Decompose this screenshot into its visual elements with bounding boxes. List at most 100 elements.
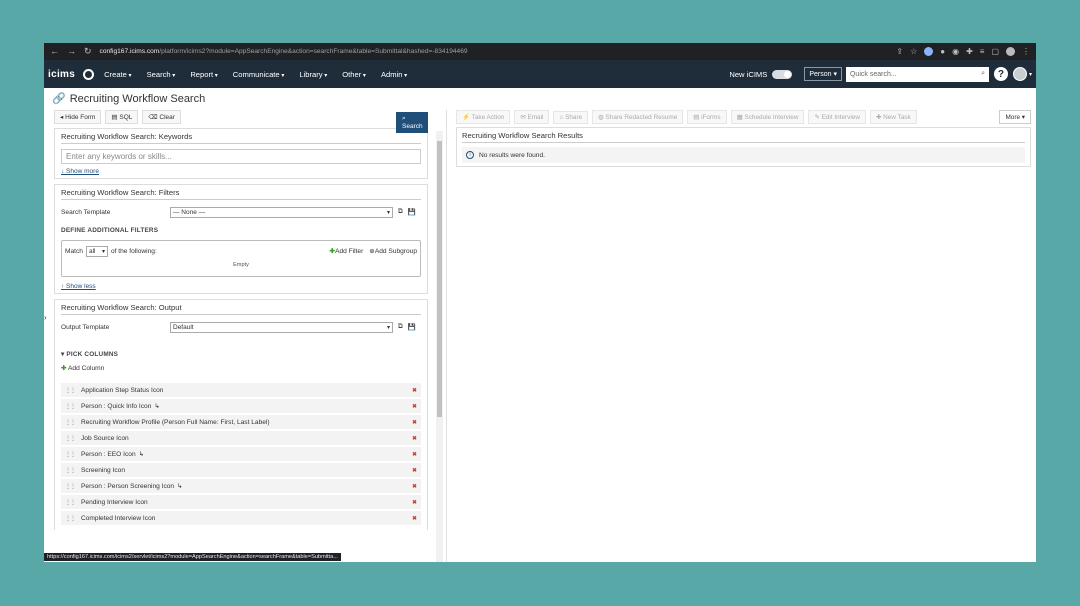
remove-icon[interactable]: ✖: [412, 499, 417, 506]
share-icon[interactable]: ⇪: [896, 47, 903, 56]
output-template-select[interactable]: Default: [170, 321, 393, 333]
new-task-button[interactable]: ✚ New Task: [869, 110, 917, 124]
menu-other[interactable]: Other: [342, 70, 366, 79]
pane-divider[interactable]: [446, 110, 447, 562]
hide-form-button[interactable]: ◂ Hide Form: [54, 110, 102, 124]
copy-icon[interactable]: ⧉: [398, 208, 403, 216]
sub-arrow-icon: ↳: [138, 451, 145, 458]
column-item[interactable]: ⋮⋮ Job Source Icon ✖: [61, 431, 421, 445]
add-column-button[interactable]: ✚ Add Column: [61, 364, 421, 372]
take-action-button[interactable]: ⚡ Take Action: [456, 110, 511, 124]
drag-handle-icon[interactable]: ⋮⋮: [65, 499, 76, 506]
sidepanel-icon[interactable]: ▢: [991, 47, 999, 56]
column-item[interactable]: ⋮⋮ Pending Interview Icon ✖: [61, 495, 421, 509]
iforms-button[interactable]: ▤ iForms: [687, 110, 727, 124]
remove-icon[interactable]: ✖: [412, 483, 417, 490]
star-icon[interactable]: ☆: [910, 47, 917, 56]
column-item[interactable]: ⋮⋮ Person : Quick Info Icon ↳ ✖: [61, 399, 421, 413]
share-button[interactable]: ⌂ Share: [553, 110, 589, 124]
scrollbar-thumb[interactable]: [437, 141, 442, 417]
column-item[interactable]: ⋮⋮ Person : Person Screening Icon ↳ ✖: [61, 479, 421, 493]
sql-button[interactable]: ▤ SQL: [105, 110, 139, 124]
reading-list-icon[interactable]: ≡: [980, 47, 985, 56]
output-section: Recruiting Workflow Search: Output Outpu…: [54, 299, 428, 530]
drag-handle-icon[interactable]: ⋮⋮: [65, 387, 76, 394]
remove-icon[interactable]: ✖: [412, 419, 417, 426]
add-filter-button[interactable]: ✚Add Filter: [330, 247, 364, 255]
remove-icon[interactable]: ✖: [412, 387, 417, 394]
more-button[interactable]: More ▾: [999, 110, 1031, 124]
help-icon[interactable]: ?: [993, 67, 1008, 81]
search-template-select[interactable]: — None —: [170, 206, 393, 218]
address-bar[interactable]: config167.icims.com/platform/icims2?modu…: [100, 48, 468, 55]
filters-header: Recruiting Workflow Search: Filters: [61, 188, 421, 200]
back-icon[interactable]: ←: [50, 46, 59, 57]
column-label: Pending Interview Icon: [81, 498, 148, 506]
new-icims-toggle[interactable]: [772, 69, 793, 79]
save-icon[interactable]: 💾: [408, 323, 416, 331]
search-template-row: Search Template — None — ⧉ 💾: [61, 205, 421, 219]
show-more-link[interactable]: ↓ Show more: [61, 168, 99, 175]
remove-icon[interactable]: ✖: [412, 467, 417, 474]
column-item[interactable]: ⋮⋮ Completed Interview Icon ✖: [61, 511, 421, 525]
remove-icon[interactable]: ✖: [412, 515, 417, 522]
output-template-value: Default: [173, 323, 194, 331]
show-less-link[interactable]: ↑ Show less: [61, 283, 96, 290]
remove-icon[interactable]: ✖: [412, 403, 417, 410]
clear-button[interactable]: ⌫ Clear: [142, 110, 181, 124]
quick-search-input[interactable]: Quick search... ⌕: [845, 66, 989, 82]
menu-admin[interactable]: Admin: [381, 70, 407, 79]
drag-handle-icon[interactable]: ⋮⋮: [65, 403, 76, 410]
search-icon[interactable]: ⌕: [981, 70, 985, 78]
expand-panel-icon[interactable]: ›: [44, 313, 47, 322]
menu-report[interactable]: Report: [190, 70, 217, 79]
puzzle-icon[interactable]: ✚: [966, 47, 973, 56]
no-results-text: No results were found.: [479, 151, 545, 159]
column-label: Person : Person Screening Icon: [81, 482, 175, 490]
save-icon[interactable]: 💾: [408, 208, 416, 216]
extension-icon[interactable]: [924, 47, 934, 56]
column-item[interactable]: ⋮⋮ Person : EEO Icon ↳ ✖: [61, 447, 421, 461]
column-item[interactable]: ⋮⋮ Screening Icon ✖: [61, 463, 421, 477]
drag-handle-icon[interactable]: ⋮⋮: [65, 419, 76, 426]
search-type-select[interactable]: Person ▾: [804, 67, 842, 81]
remove-icon[interactable]: ✖: [412, 451, 417, 458]
reload-icon[interactable]: ↻: [84, 46, 92, 57]
pick-columns-toggle[interactable]: ▾ PICK COLUMNS: [61, 350, 421, 358]
info-extension-icon[interactable]: ●: [940, 47, 945, 56]
menu-create[interactable]: Create: [104, 70, 131, 79]
share-redacted-button[interactable]: ◍ Share Redacted Resume: [592, 110, 684, 124]
keywords-input[interactable]: Enter any keywords or skills...: [61, 149, 421, 164]
icims-logo[interactable]: icims: [48, 69, 75, 80]
keywords-section: Recruiting Workflow Search: Keywords Ent…: [54, 128, 428, 179]
schedule-interview-button[interactable]: ▦ Schedule Interview: [730, 110, 805, 124]
forward-icon[interactable]: →: [67, 46, 76, 57]
global-icon[interactable]: [83, 68, 95, 80]
remove-icon[interactable]: ✖: [412, 435, 417, 442]
profile-icon[interactable]: [1006, 47, 1015, 56]
menu-communicate[interactable]: Communicate: [233, 70, 285, 79]
match-select[interactable]: all: [85, 245, 108, 257]
user-avatar[interactable]: [1012, 67, 1027, 81]
column-item[interactable]: ⋮⋮ Recruiting Workflow Profile (Person Fu…: [61, 415, 421, 429]
edit-interview-button[interactable]: ✎ Edit Interview: [808, 110, 866, 124]
show-less-link-wrap: ↑ Show less: [61, 283, 421, 290]
search-button[interactable]: ⌕ Search: [396, 112, 428, 133]
drag-handle-icon[interactable]: ⋮⋮: [65, 483, 76, 490]
drag-handle-icon[interactable]: ⋮⋮: [65, 515, 76, 522]
email-button[interactable]: ✉ Email: [514, 110, 550, 124]
kebab-menu-icon[interactable]: ⋮: [1022, 47, 1030, 56]
menu-library[interactable]: Library: [299, 70, 327, 79]
left-scrollbar[interactable]: [436, 131, 443, 562]
copy-icon[interactable]: ⧉: [398, 323, 403, 331]
drag-handle-icon[interactable]: ⋮⋮: [65, 467, 76, 474]
drag-handle-icon[interactable]: ⋮⋮: [65, 435, 76, 442]
record-icon[interactable]: ◉: [952, 47, 959, 56]
menu-search[interactable]: Search: [147, 70, 176, 79]
no-results-message: i No results were found.: [462, 147, 1025, 163]
page-title-text: Recruiting Workflow Search: [69, 92, 206, 105]
drag-handle-icon[interactable]: ⋮⋮: [65, 451, 76, 458]
column-item[interactable]: ⋮⋮ Application Step Status Icon ✖: [61, 383, 421, 397]
chevron-down-icon[interactable]: ▾: [1029, 71, 1032, 78]
add-subgroup-button[interactable]: ⊕Add Subgroup: [369, 247, 417, 255]
